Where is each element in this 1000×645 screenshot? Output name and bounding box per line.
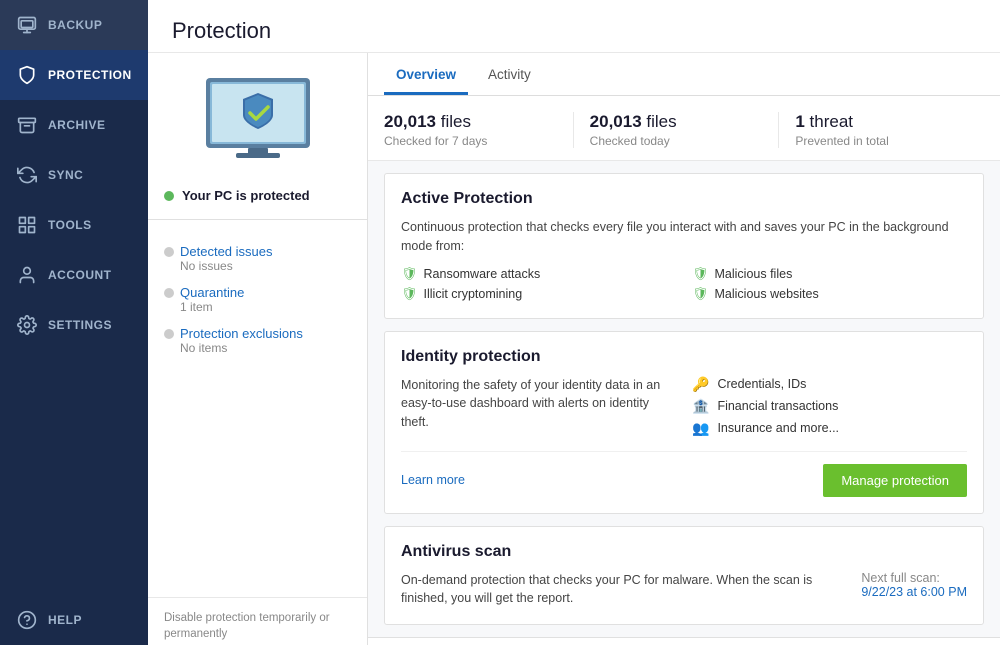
feature-malicious-websites: 🛡 Malicious websites xyxy=(692,286,967,302)
antivirus-scan-label: Next full scan: xyxy=(861,571,967,585)
tab-activity[interactable]: Activity xyxy=(476,53,543,95)
stat-checked-today-count: 20,013 files xyxy=(590,112,763,132)
help-icon xyxy=(16,609,38,631)
right-panel: Overview Activity 20,013 files Checked f… xyxy=(368,53,1000,645)
insurance-icon: 👥 xyxy=(692,420,709,437)
identity-feature-financial: 🏦 Financial transactions xyxy=(692,398,967,415)
tools-icon xyxy=(16,214,38,236)
sidebar-item-settings[interactable]: SETTINGS xyxy=(0,300,148,350)
status-dot xyxy=(164,191,174,201)
learn-more-link[interactable]: Learn more xyxy=(401,473,465,487)
sidebar-item-help-label: HELP xyxy=(48,613,82,627)
antivirus-card: Antivirus scan On-demand protection that… xyxy=(384,526,984,626)
sidebar: BACKUP PROTECTION ARCHIVE SYNC xyxy=(0,0,148,645)
identity-protection-title: Identity protection xyxy=(401,348,967,366)
shield-malicious-files-icon: 🛡 xyxy=(692,266,709,282)
exclusions-item: Protection exclusions No items xyxy=(164,326,351,355)
key-icon: 🔑 xyxy=(692,376,709,393)
antivirus-scan-info: Next full scan: 9/22/23 at 6:00 PM xyxy=(861,571,967,609)
quarantine-link[interactable]: Quarantine xyxy=(180,285,244,300)
quarantine-item: Quarantine 1 item xyxy=(164,285,351,314)
archive-icon xyxy=(16,114,38,136)
stat-threats: 1 threat Prevented in total xyxy=(778,112,984,148)
stats-row: 20,013 files Checked for 7 days 20,013 f… xyxy=(368,96,1000,161)
stat-checked-today-label: Checked today xyxy=(590,134,763,148)
cards-area: Active Protection Continuous protection … xyxy=(368,161,1000,637)
active-protection-desc: Continuous protection that checks every … xyxy=(401,218,967,256)
sidebar-item-sync[interactable]: SYNC xyxy=(0,150,148,200)
identity-feature-credentials: 🔑 Credentials, IDs xyxy=(692,376,967,393)
sidebar-item-archive-label: ARCHIVE xyxy=(48,118,106,132)
shield-ransomware-icon: 🛡 xyxy=(401,266,418,282)
bottom-bar: Settings xyxy=(368,637,1000,645)
active-protection-features: 🛡 Ransomware attacks 🛡 Malicious files 🛡… xyxy=(401,266,967,302)
protection-icon xyxy=(16,64,38,86)
identity-feature-insurance: 👥 Insurance and more... xyxy=(692,420,967,437)
sidebar-item-protection[interactable]: PROTECTION xyxy=(0,50,148,100)
sync-icon xyxy=(16,164,38,186)
sidebar-item-help[interactable]: HELP xyxy=(0,595,148,645)
sidebar-item-backup[interactable]: BACKUP xyxy=(0,0,148,50)
exclusions-link[interactable]: Protection exclusions xyxy=(180,326,303,341)
sidebar-item-settings-label: SETTINGS xyxy=(48,318,112,332)
stat-checked-7days: 20,013 files Checked for 7 days xyxy=(384,112,573,148)
stat-checked-7days-count: 20,013 files xyxy=(384,112,557,132)
active-protection-title: Active Protection xyxy=(401,190,967,208)
exclusions-subtitle: No items xyxy=(164,341,351,355)
active-protection-card: Active Protection Continuous protection … xyxy=(384,173,984,319)
sidebar-item-archive[interactable]: ARCHIVE xyxy=(0,100,148,150)
left-section: Detected issues No issues Quarantine 1 i… xyxy=(148,236,367,371)
quarantine-dot xyxy=(164,288,174,298)
status-row: Your PC is protected xyxy=(148,180,367,211)
feature-malicious-files: 🛡 Malicious files xyxy=(692,266,967,282)
antivirus-scan-date: 9/22/23 at 6:00 PM xyxy=(861,585,967,599)
stat-threats-count: 1 threat xyxy=(795,112,968,132)
sidebar-item-account[interactable]: ACCOUNT xyxy=(0,250,148,300)
manage-protection-button[interactable]: Manage protection xyxy=(823,464,967,497)
identity-card-footer: Learn more Manage protection xyxy=(401,451,967,497)
shield-malicious-websites-icon: 🛡 xyxy=(692,286,709,302)
sidebar-item-account-label: ACCOUNT xyxy=(48,268,112,282)
gear-icon xyxy=(16,314,38,336)
tabs-bar: Overview Activity xyxy=(368,53,1000,96)
quarantine-subtitle: 1 item xyxy=(164,300,351,314)
antivirus-title: Antivirus scan xyxy=(401,543,967,561)
financial-icon: 🏦 xyxy=(692,398,709,415)
antivirus-layout: On-demand protection that checks your PC… xyxy=(401,571,967,609)
identity-layout: Monitoring the safety of your identity d… xyxy=(401,376,967,437)
page-title: Protection xyxy=(172,18,976,44)
antivirus-desc: On-demand protection that checks your PC… xyxy=(401,571,837,609)
sidebar-item-protection-label: PROTECTION xyxy=(48,68,132,82)
identity-features: 🔑 Credentials, IDs 🏦 Financial transacti… xyxy=(692,376,967,437)
stat-checked-7days-label: Checked for 7 days xyxy=(384,134,557,148)
tab-overview[interactable]: Overview xyxy=(384,53,468,95)
feature-ransomware: 🛡 Ransomware attacks xyxy=(401,266,676,282)
sidebar-item-tools-label: TOOLS xyxy=(48,218,92,232)
exclusions-dot xyxy=(164,329,174,339)
content-area: Your PC is protected Detected issues No … xyxy=(148,53,1000,645)
detected-issues-subtitle: No issues xyxy=(164,259,351,273)
pause-section: Disable protection temporarily or perman… xyxy=(148,597,367,645)
left-panel: Your PC is protected Detected issues No … xyxy=(148,53,368,645)
protection-illustration xyxy=(148,53,367,180)
pause-hint: Disable protection temporarily or perman… xyxy=(164,610,351,642)
sidebar-item-tools[interactable]: TOOLS xyxy=(0,200,148,250)
identity-protection-card: Identity protection Monitoring the safet… xyxy=(384,331,984,514)
backup-icon xyxy=(16,14,38,36)
stat-checked-today: 20,013 files Checked today xyxy=(573,112,779,148)
sidebar-item-backup-label: BACKUP xyxy=(48,18,102,32)
sidebar-item-sync-label: SYNC xyxy=(48,168,83,182)
stat-threats-label: Prevented in total xyxy=(795,134,968,148)
detected-issues-dot xyxy=(164,247,174,257)
status-text: Your PC is protected xyxy=(182,188,310,203)
divider-1 xyxy=(148,219,367,220)
feature-cryptomining: 🛡 Illicit cryptomining xyxy=(401,286,676,302)
shield-cryptomining-icon: 🛡 xyxy=(401,286,418,302)
detected-issues-item: Detected issues No issues xyxy=(164,244,351,273)
detected-issues-link[interactable]: Detected issues xyxy=(180,244,273,259)
identity-desc: Monitoring the safety of your identity d… xyxy=(401,376,676,437)
account-icon xyxy=(16,264,38,286)
main-area: Protection xyxy=(148,0,1000,645)
